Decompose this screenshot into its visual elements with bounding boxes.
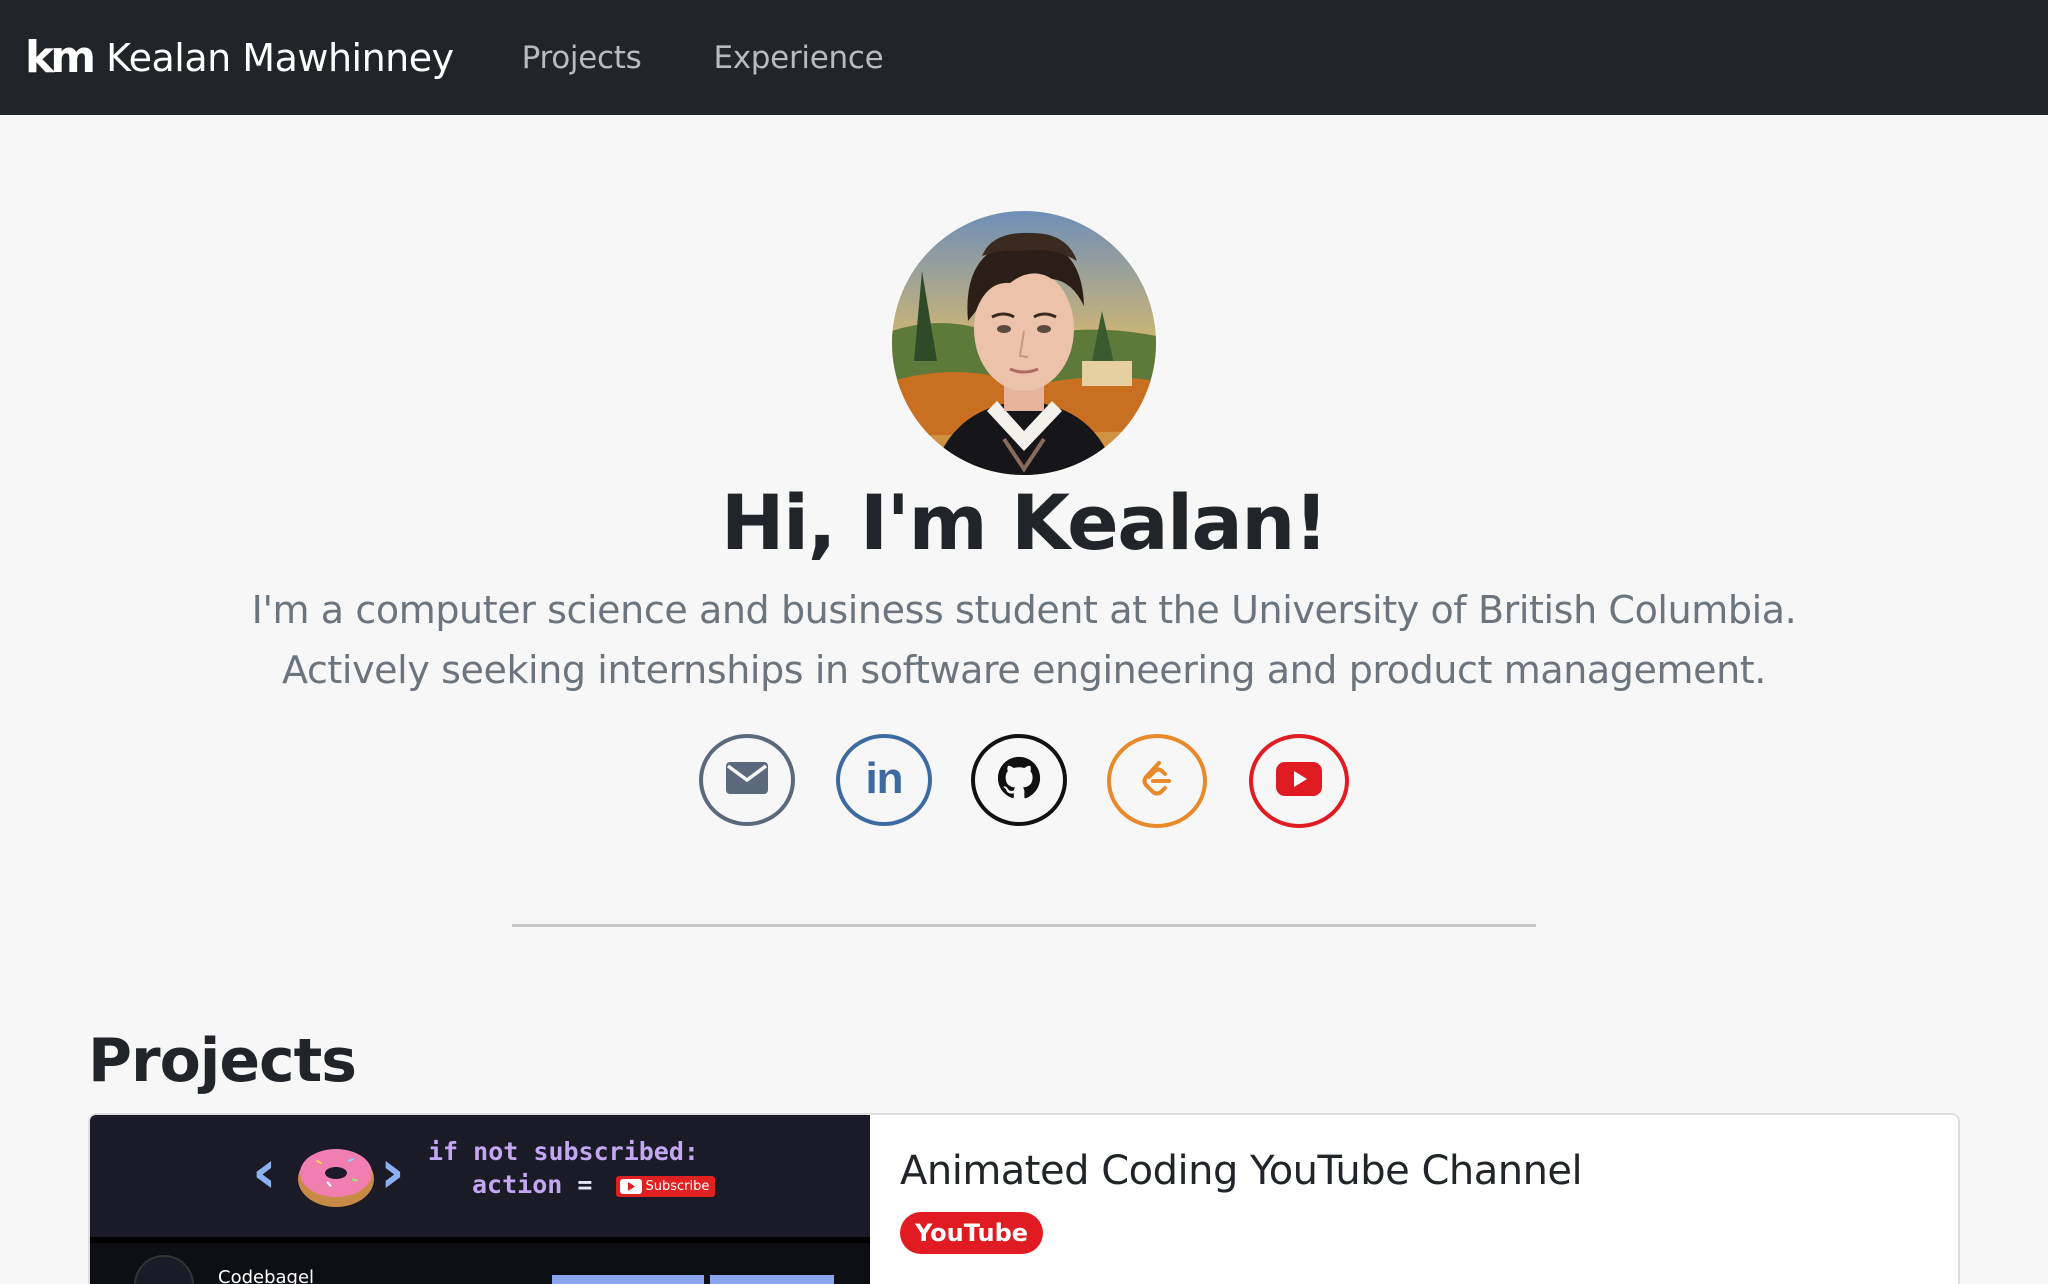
github-icon bbox=[997, 756, 1041, 804]
projects-heading: Projects bbox=[88, 1026, 357, 1096]
section-divider bbox=[512, 924, 1536, 927]
project-card[interactable]: ‹ › if not subscribed: action = Subscrib… bbox=[88, 1113, 1960, 1284]
nav-link-experience[interactable]: Experience bbox=[713, 40, 883, 76]
hero-title: Hi, I'm Kealan! bbox=[720, 478, 1329, 567]
nav-link-projects[interactable]: Projects bbox=[522, 40, 642, 76]
youtube-icon bbox=[1276, 762, 1322, 800]
youtube-link[interactable] bbox=[1249, 734, 1349, 828]
thumbnail-code-line-2: action = Subscribe bbox=[472, 1170, 716, 1199]
hero-intro-line-2: Actively seeking internships in software… bbox=[282, 648, 1766, 692]
envelope-icon bbox=[725, 761, 769, 799]
brand-name: Kealan Mawhinney bbox=[106, 35, 454, 80]
project-title[interactable]: Animated Coding YouTube Channel bbox=[900, 1148, 1583, 1194]
subscribe-label: Subscribe bbox=[645, 1178, 710, 1194]
profile-photo bbox=[892, 211, 1156, 475]
code-keyword-not: not bbox=[473, 1137, 519, 1166]
project-thumbnail: ‹ › if not subscribed: action = Subscrib… bbox=[90, 1115, 870, 1284]
social-links: in bbox=[0, 734, 2048, 830]
navbar: km Kealan Mawhinney Projects Experience bbox=[0, 0, 2048, 115]
hero-intro-line-1: I'm a computer science and business stud… bbox=[251, 588, 1797, 632]
linkedin-icon: in bbox=[865, 754, 903, 803]
thumbnail-button-1 bbox=[552, 1275, 704, 1284]
donut-icon bbox=[296, 1139, 376, 1213]
leetcode-link[interactable] bbox=[1107, 734, 1207, 828]
chevron-right-icon: › bbox=[380, 1137, 405, 1207]
youtube-small-icon bbox=[619, 1178, 642, 1194]
code-action: action bbox=[472, 1170, 563, 1199]
email-link[interactable] bbox=[699, 734, 795, 826]
thumbnail-code-line-1: if not subscribed: bbox=[428, 1137, 699, 1166]
project-badge: YouTube bbox=[900, 1212, 1044, 1254]
code-keyword-if: if bbox=[428, 1137, 459, 1166]
leetcode-icon bbox=[1135, 757, 1179, 805]
code-keyword-subscribed: subscribed: bbox=[533, 1137, 699, 1166]
linkedin-link[interactable]: in bbox=[836, 734, 932, 826]
thumbnail-channel-name: Codebagel bbox=[218, 1267, 315, 1284]
brand-logo: km bbox=[25, 31, 96, 83]
thumbnail-subscribe-badge: Subscribe bbox=[615, 1175, 716, 1197]
thumbnail-button-2 bbox=[710, 1275, 834, 1284]
code-equals: = bbox=[577, 1170, 593, 1199]
chevron-left-icon: ‹ bbox=[252, 1137, 277, 1207]
github-link[interactable] bbox=[971, 734, 1067, 826]
brand-link[interactable]: km Kealan Mawhinney bbox=[25, 31, 454, 83]
